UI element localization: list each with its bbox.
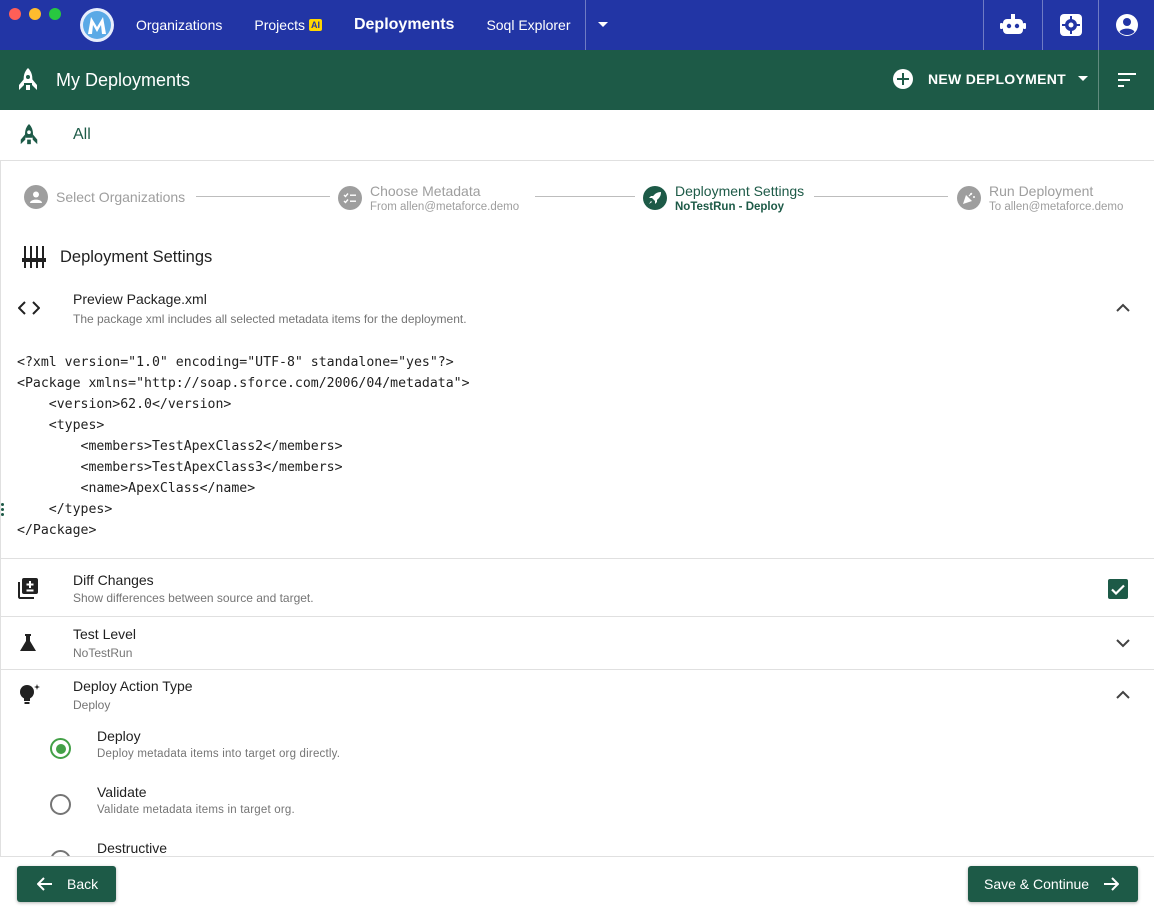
step-title: Choose Metadata [370, 183, 481, 199]
page-title: My Deployments [56, 70, 191, 90]
section-header: Deployment Settings [22, 246, 212, 268]
account-button[interactable] [1098, 0, 1154, 50]
nav-label: Soql Explorer [486, 17, 571, 33]
nav-divider [585, 0, 586, 50]
arrow-left-icon [37, 877, 52, 891]
rocket-icon [19, 68, 37, 90]
chevron-up-icon[interactable] [1116, 690, 1130, 699]
top-actions [983, 0, 1154, 50]
chevron-down-icon[interactable] [1116, 639, 1130, 648]
person-icon [24, 185, 48, 209]
option-description: Validate metadata items in target org. [97, 804, 295, 816]
lightbulb-icon [20, 684, 40, 704]
resize-handle[interactable] [1, 503, 4, 518]
back-label: Back [67, 876, 99, 892]
top-nav-bar: Organizations Projects AI Deployments Soq… [0, 0, 1154, 50]
ai-badge: AI [308, 19, 322, 31]
settings-icon [1059, 14, 1082, 36]
panel-title: Diff Changes [73, 572, 154, 588]
flask-icon [20, 634, 36, 651]
checklist-icon [338, 186, 362, 210]
step-connector [814, 196, 948, 197]
caret-down-icon [598, 22, 608, 27]
preview-package-panel-header[interactable]: Preview Package.xml The package xml incl… [0, 285, 1154, 335]
nav-projects[interactable]: Projects AI [254, 17, 322, 33]
save-continue-button[interactable]: Save & Continue [968, 866, 1138, 902]
option-label: Destructive [97, 840, 168, 856]
back-button[interactable]: Back [17, 866, 116, 902]
option-description: Deploy metadata items into target org di… [97, 748, 341, 760]
new-deployment-label: NEW DEPLOYMENT [928, 71, 1066, 87]
step-title: Deployment Settings [675, 183, 805, 199]
minimize-window-button[interactable] [29, 8, 41, 20]
main-nav: Organizations Projects AI Deployments Soq… [136, 0, 602, 50]
section-title: Deployment Settings [60, 247, 213, 266]
panel-subtitle: Show differences between source and targ… [73, 591, 314, 605]
option-label: Deploy [97, 728, 141, 744]
nav-label: Deployments [353, 16, 455, 33]
close-window-button[interactable] [9, 8, 21, 20]
page-header: My Deployments NEW DEPLOYMENT [0, 50, 1154, 110]
panel-subtitle: Deploy [73, 698, 111, 712]
step-select-organizations[interactable]: Select Organizations [24, 185, 185, 209]
nav-organizations[interactable]: Organizations [136, 17, 222, 33]
nav-deployments[interactable]: Deployments [354, 16, 454, 34]
stepper: Select Organizations Choose Metadata From… [0, 161, 1154, 233]
add-circle-icon [893, 69, 913, 89]
footer-bar: Back Save & Continue [0, 856, 1154, 909]
arrow-right-icon [1104, 877, 1120, 891]
sort-button[interactable] [1099, 50, 1154, 110]
step-connector [535, 196, 635, 197]
step-title: Select Organizations [56, 189, 186, 205]
maximize-window-button[interactable] [49, 8, 61, 20]
sort-icon [1117, 73, 1136, 87]
panel-subtitle: The package xml includes all selected me… [73, 312, 467, 326]
diff-changes-row[interactable]: Diff Changes Show differences between so… [0, 559, 1154, 616]
option-label: Validate [97, 784, 147, 800]
filter-label: All [73, 126, 91, 143]
panel-title: Preview Package.xml [73, 291, 207, 307]
robot-button[interactable] [983, 0, 1042, 50]
new-deployment-button[interactable]: NEW DEPLOYMENT [892, 68, 1088, 90]
caret-down-icon [1077, 76, 1088, 81]
chevron-up-icon[interactable] [1116, 303, 1130, 312]
filter-row[interactable]: All [0, 110, 1154, 161]
radio-button[interactable] [50, 794, 71, 815]
robot-icon [1000, 14, 1026, 34]
test-level-panel-header[interactable]: Test Level NoTestRun [0, 617, 1154, 669]
celebration-icon [957, 186, 981, 210]
step-subtitle: From allen@metaforce.demo [370, 201, 520, 213]
radio-button[interactable] [50, 738, 71, 759]
rocket-launch-icon [643, 186, 667, 210]
package-xml-preview: <?xml version="1.0" encoding="UTF-8" sta… [17, 355, 470, 538]
step-subtitle: NoTestRun - Deploy [675, 201, 785, 213]
app-logo[interactable] [80, 8, 114, 42]
step-subtitle: To allen@metaforce.demo [989, 201, 1124, 213]
step-deployment-settings[interactable]: Deployment Settings NoTestRun - Deploy [643, 183, 804, 213]
rocket-icon [20, 124, 38, 145]
window-controls [9, 8, 61, 20]
step-choose-metadata[interactable]: Choose Metadata From allen@metaforce.demo [338, 183, 519, 213]
step-title: Run Deployment [989, 183, 1094, 199]
nav-label: Organizations [136, 17, 223, 33]
nav-more-dropdown[interactable] [590, 0, 616, 50]
panel-subtitle: NoTestRun [73, 646, 133, 660]
account-icon [1115, 14, 1138, 36]
nav-soql-explorer[interactable]: Soql Explorer [486, 17, 570, 33]
check-icon [1111, 584, 1125, 595]
diff-changes-checkbox[interactable] [1108, 579, 1128, 599]
panel-title: Test Level [73, 626, 137, 642]
step-connector [196, 196, 330, 197]
save-label: Save & Continue [984, 876, 1090, 892]
settings-button[interactable] [1042, 0, 1098, 50]
code-icon [18, 301, 40, 315]
nav-label: Projects [254, 17, 305, 33]
deploy-action-panel-header[interactable]: Deploy Action Type Deploy [0, 670, 1154, 725]
panel-title: Deploy Action Type [73, 678, 193, 694]
difference-icon [18, 578, 38, 599]
tune-icon [22, 246, 46, 268]
step-run-deployment[interactable]: Run Deployment To allen@metaforce.demo [957, 183, 1123, 213]
